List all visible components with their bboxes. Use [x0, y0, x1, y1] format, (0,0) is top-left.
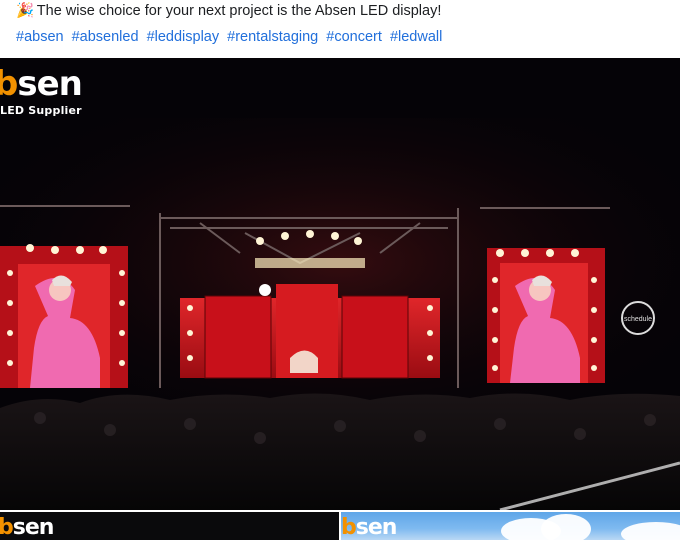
cloud: [621, 522, 680, 540]
hashtag-list: #absen #absenled #leddisplay #rentalstag…: [16, 28, 446, 46]
hashtag-link[interactable]: #absenled: [72, 29, 139, 45]
absen-logo: bsen: [0, 515, 55, 540]
left-led-screen: [0, 246, 128, 388]
logo-accent-letter: b: [341, 515, 357, 540]
absen-logo: bsen LED Supplier: [0, 64, 83, 117]
crowd-silhouette: [0, 393, 680, 510]
party-popper-icon: 🎉: [16, 3, 35, 19]
absen-logo: bsen: [341, 515, 398, 540]
logo-word-end: sen: [17, 64, 83, 104]
thumbnail-photo-right[interactable]: bsen: [341, 512, 680, 540]
post-text: 🎉 The wise choice for your next project …: [16, 2, 676, 20]
logo-accent-letter: b: [0, 64, 18, 104]
center-led-screen: [180, 284, 440, 379]
stage-illustration: schedule: [0, 58, 680, 510]
concert-stage-photo[interactable]: schedule bsen LED Supplier: [0, 58, 680, 510]
logo-tagline: LED Supplier: [0, 104, 82, 117]
hashtag-link[interactable]: #absen: [16, 29, 64, 45]
logo-word-end: sen: [12, 515, 55, 540]
logo-accent-letter: b: [0, 515, 14, 540]
thumbnail-photo-left[interactable]: bsen: [0, 512, 339, 540]
right-led-screen: [487, 248, 605, 383]
cloud: [541, 514, 591, 540]
logo-word-end: sen: [355, 515, 398, 540]
watermark-text: schedule: [624, 316, 652, 323]
hashtag-link[interactable]: #rentalstaging: [227, 29, 318, 45]
post-message: The wise choice for your next project is…: [36, 3, 442, 19]
hashtag-link[interactable]: #concert: [326, 29, 382, 45]
hashtag-link[interactable]: #ledwall: [390, 29, 442, 45]
hashtag-link[interactable]: #leddisplay: [147, 29, 220, 45]
